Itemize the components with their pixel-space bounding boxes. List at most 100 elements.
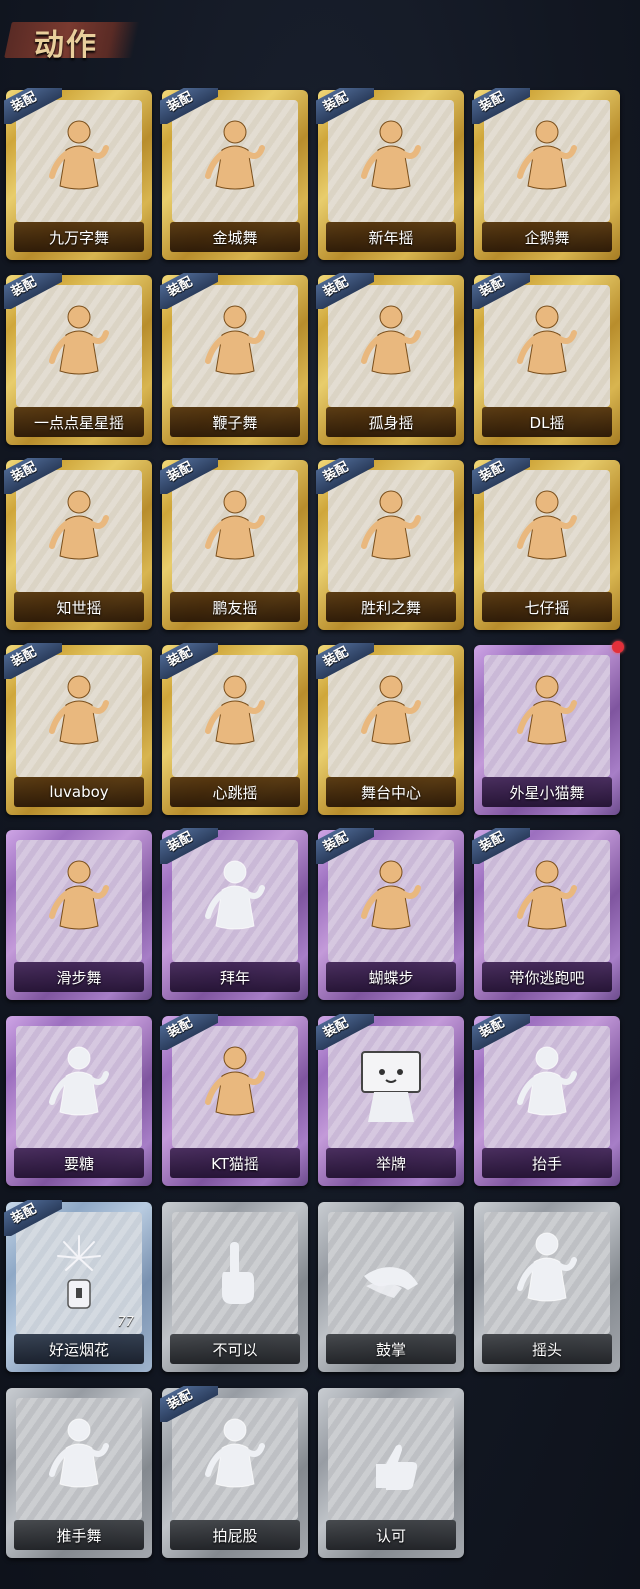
dancer-figure-icon bbox=[44, 486, 114, 572]
equipped-badge: 装配 bbox=[316, 458, 374, 494]
card-label-bar: 摇头 bbox=[482, 1334, 612, 1364]
card-frame: 外星小猫舞 bbox=[474, 645, 620, 815]
emote-card[interactable]: 举牌 装配 bbox=[316, 1014, 464, 1186]
card-frame: 推手舞 bbox=[6, 1388, 152, 1558]
emote-card[interactable]: 舞台中心 装配 bbox=[316, 643, 464, 815]
emote-card[interactable]: 不可以 bbox=[162, 1202, 308, 1372]
emote-card[interactable]: 心跳摇 装配 bbox=[160, 643, 308, 815]
card-label-bar: luvaboy bbox=[14, 777, 144, 807]
card-label: 拍屁股 bbox=[212, 1526, 258, 1545]
card-label-bar: 九万字舞 bbox=[14, 222, 144, 252]
dancer-figure-icon bbox=[512, 301, 582, 387]
emote-card[interactable]: 推手舞 bbox=[6, 1388, 152, 1558]
emote-card[interactable]: KT猫摇 装配 bbox=[160, 1014, 308, 1186]
equipped-badge: 装配 bbox=[316, 88, 374, 124]
equipped-badge: 装配 bbox=[316, 643, 374, 679]
card-label: 新年摇 bbox=[368, 228, 414, 247]
silhouette-figure-icon bbox=[512, 1042, 582, 1128]
card-label-bar: 七仔摇 bbox=[482, 592, 612, 622]
card-label-bar: 一点点星星摇 bbox=[14, 407, 144, 437]
card-label-bar: 拍屁股 bbox=[170, 1520, 300, 1550]
card-label: 知世摇 bbox=[56, 598, 102, 617]
item-count: 77 bbox=[117, 1315, 134, 1330]
firework-icon bbox=[44, 1228, 114, 1314]
card-label: 一点点星星摇 bbox=[33, 413, 124, 432]
emote-card[interactable]: 企鹅舞 装配 bbox=[472, 88, 620, 260]
silhouette-figure-icon bbox=[200, 856, 270, 942]
card-label-bar: 不可以 bbox=[170, 1334, 300, 1364]
emote-card[interactable]: 一点点星星摇 装配 bbox=[4, 273, 152, 445]
dancer-figure-icon bbox=[200, 486, 270, 572]
page-title: 动作 bbox=[34, 28, 98, 63]
card-label-bar: 好运烟花 bbox=[14, 1334, 144, 1364]
equipped-badge: 装配 bbox=[472, 828, 530, 864]
equipped-badge: 装配 bbox=[472, 458, 530, 494]
card-label: 孤身摇 bbox=[368, 413, 414, 432]
dancer-figure-icon bbox=[44, 301, 114, 387]
emote-card[interactable]: 滑步舞 bbox=[6, 830, 152, 1000]
card-label: 认可 bbox=[375, 1526, 406, 1545]
emote-card[interactable]: 鹏友摇 装配 bbox=[160, 458, 308, 630]
card-label: 七仔摇 bbox=[524, 598, 570, 617]
equipped-badge: 装配 bbox=[4, 273, 62, 309]
emote-card[interactable]: 蝴蝶步 装配 bbox=[316, 828, 464, 1000]
finger-wag-icon bbox=[200, 1228, 270, 1314]
card-frame: 滑步舞 bbox=[6, 830, 152, 1000]
card-label-bar: 滑步舞 bbox=[14, 962, 144, 992]
new-indicator-dot bbox=[612, 641, 624, 653]
emote-card[interactable]: 胜利之舞 装配 bbox=[316, 458, 464, 630]
card-label: 企鹅舞 bbox=[524, 228, 570, 247]
equipped-badge: 装配 bbox=[472, 88, 530, 124]
card-label: 心跳摇 bbox=[212, 783, 258, 802]
equipped-badge: 装配 bbox=[316, 828, 374, 864]
emote-card[interactable]: 带你逃跑吧 装配 bbox=[472, 828, 620, 1000]
card-label: KT猫摇 bbox=[211, 1154, 259, 1173]
card-label-bar: 舞台中心 bbox=[326, 777, 456, 807]
card-label-bar: 鼓掌 bbox=[326, 1334, 456, 1364]
card-label-bar: 金城舞 bbox=[170, 222, 300, 252]
card-label-bar: 鹏友摇 bbox=[170, 592, 300, 622]
sign-figure-icon bbox=[356, 1042, 426, 1128]
dancer-figure-icon bbox=[512, 856, 582, 942]
emote-card[interactable]: 鼓掌 bbox=[318, 1202, 464, 1372]
card-label-bar: KT猫摇 bbox=[170, 1148, 300, 1178]
card-label: 鼓掌 bbox=[375, 1340, 406, 1359]
equipped-badge: 装配 bbox=[160, 643, 218, 679]
card-frame: 不可以 bbox=[162, 1202, 308, 1372]
emote-card[interactable]: 摇头 bbox=[474, 1202, 620, 1372]
emote-card[interactable]: 好运烟花 装配 77 bbox=[4, 1200, 152, 1372]
card-label-bar: 胜利之舞 bbox=[326, 592, 456, 622]
emote-card[interactable]: 鞭子舞 装配 bbox=[160, 273, 308, 445]
emote-card[interactable]: 新年摇 装配 bbox=[316, 88, 464, 260]
emote-card[interactable]: 九万字舞 装配 bbox=[4, 88, 152, 260]
dancer-figure-icon bbox=[44, 671, 114, 757]
emote-card[interactable]: 拍屁股 装配 bbox=[160, 1386, 308, 1558]
emote-card[interactable]: 知世摇 装配 bbox=[4, 458, 152, 630]
emote-card[interactable]: 外星小猫舞 bbox=[474, 641, 624, 815]
card-label: luvaboy bbox=[49, 783, 109, 801]
emote-card[interactable]: 抬手 装配 bbox=[472, 1014, 620, 1186]
emote-card[interactable]: DL摇 装配 bbox=[472, 273, 620, 445]
card-label-bar: 要糖 bbox=[14, 1148, 144, 1178]
emote-card[interactable]: luvaboy 装配 bbox=[4, 643, 152, 815]
card-label-bar: 推手舞 bbox=[14, 1520, 144, 1550]
emote-card[interactable]: 七仔摇 装配 bbox=[472, 458, 620, 630]
dancer-figure-icon bbox=[200, 1042, 270, 1128]
emote-card[interactable]: 要糖 bbox=[6, 1016, 152, 1186]
emote-card[interactable]: 金城舞 装配 bbox=[160, 88, 308, 260]
card-label: DL摇 bbox=[529, 413, 565, 432]
card-label: 九万字舞 bbox=[48, 228, 109, 247]
equipped-badge: 装配 bbox=[4, 88, 62, 124]
card-label-bar: 企鹅舞 bbox=[482, 222, 612, 252]
emote-card[interactable]: 孤身摇 装配 bbox=[316, 273, 464, 445]
clap-hands-icon bbox=[356, 1228, 426, 1314]
card-label: 拜年 bbox=[219, 968, 250, 987]
card-label: 不可以 bbox=[212, 1340, 258, 1359]
dancer-figure-icon bbox=[512, 671, 582, 757]
emote-card[interactable]: 认可 bbox=[318, 1388, 464, 1558]
card-label: 鞭子舞 bbox=[212, 413, 258, 432]
card-label-bar: 带你逃跑吧 bbox=[482, 962, 612, 992]
equipped-badge: 装配 bbox=[4, 458, 62, 494]
dancer-figure-icon bbox=[356, 116, 426, 202]
emote-card[interactable]: 拜年 装配 bbox=[160, 828, 308, 1000]
